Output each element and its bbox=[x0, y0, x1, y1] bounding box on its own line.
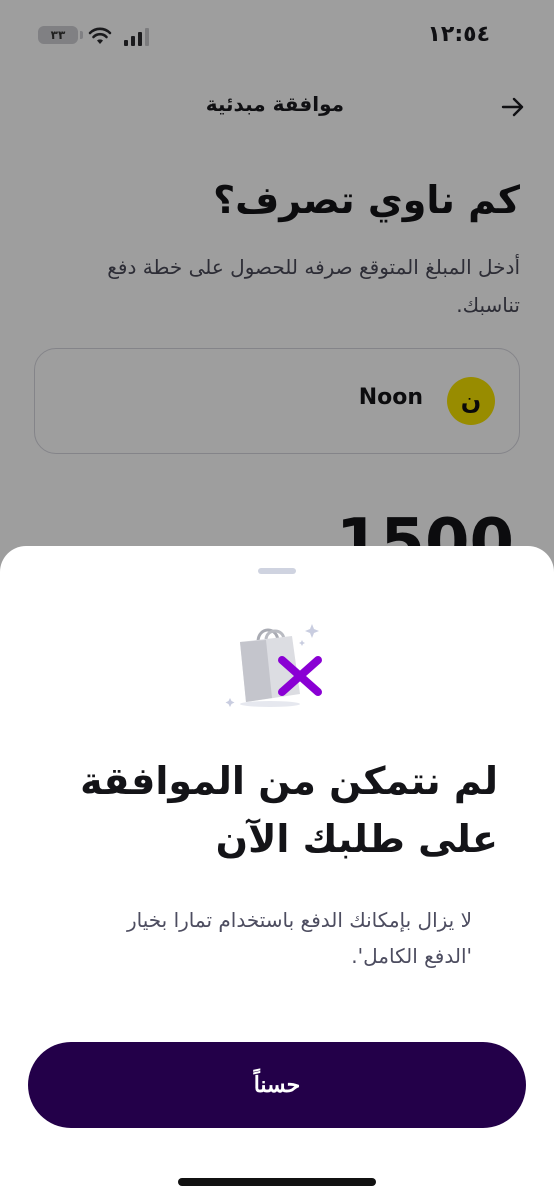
modal-title: لم نتمكن من الموافقة على طلبك الآن bbox=[80, 759, 498, 861]
ok-button[interactable]: حسناً bbox=[28, 1042, 526, 1128]
home-indicator bbox=[178, 1178, 376, 1186]
shopping-bag-error-icon bbox=[225, 624, 322, 707]
modal-description: لا يزال بإمكانك الدفع باستخدام تمارا بخي… bbox=[126, 908, 472, 968]
sheet-drag-handle[interactable] bbox=[258, 568, 296, 574]
bottom-sheet: لم نتمكن من الموافقة على طلبك الآن لا يز… bbox=[0, 546, 554, 1200]
screen: ١٢:٥٤ ٣٣ موافقة مبدئية كم ناوي تصرف؟ أدخ… bbox=[0, 0, 554, 1200]
